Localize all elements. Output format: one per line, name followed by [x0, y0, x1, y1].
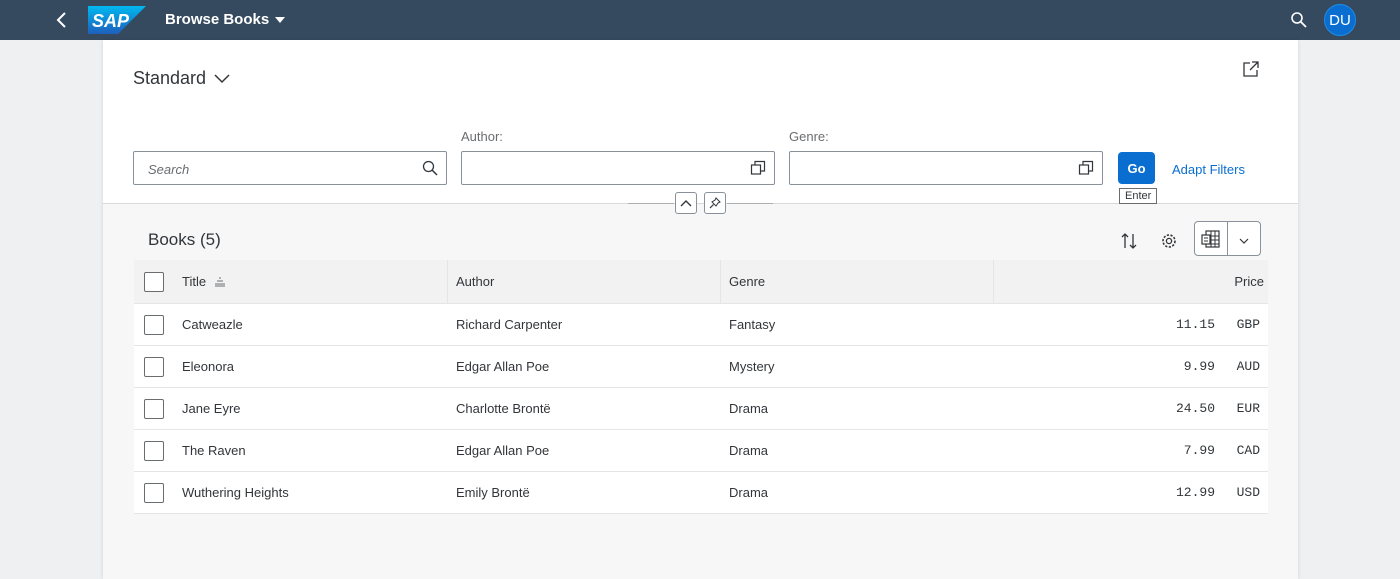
- cell-genre: Mystery: [729, 359, 775, 374]
- cell-price: 24.50: [1175, 401, 1215, 416]
- table-row[interactable]: Jane Eyre Charlotte Brontë Drama 24.50 E…: [134, 388, 1268, 430]
- sap-logo[interactable]: SAP: [88, 6, 146, 39]
- table-title: Books (5): [148, 230, 221, 249]
- cell-genre: Drama: [729, 485, 769, 500]
- cell-title: Catweazle: [182, 317, 243, 332]
- value-help-icon[interactable]: [750, 160, 766, 181]
- sort-ascending-icon: [215, 277, 226, 286]
- cell-price: 9.99: [1183, 359, 1215, 374]
- row-checkbox[interactable]: [144, 399, 164, 419]
- pin-icon: [709, 197, 721, 209]
- caret-down-icon: [275, 17, 286, 23]
- search-icon[interactable]: [422, 160, 438, 181]
- variant-selector[interactable]: Standard: [133, 68, 230, 89]
- cell-currency: GBP: [1236, 317, 1260, 332]
- author-input[interactable]: [474, 159, 738, 179]
- cell-title: Jane Eyre: [182, 401, 241, 416]
- cell-price: 12.99: [1175, 485, 1215, 500]
- divider: [1227, 222, 1228, 255]
- column-divider: [720, 260, 721, 303]
- author-filter-field[interactable]: [461, 151, 775, 185]
- cell-genre: Drama: [729, 443, 769, 458]
- column-divider: [447, 260, 448, 303]
- cell-currency: AUD: [1236, 359, 1260, 374]
- app-title: Browse Books: [165, 11, 270, 28]
- cell-title: Wuthering Heights: [182, 485, 289, 500]
- table-header: Title Author Genre Price: [134, 260, 1268, 304]
- cell-price: 7.99: [1183, 443, 1215, 458]
- cell-author: Richard Carpenter: [456, 317, 563, 332]
- export-spreadsheet-icon[interactable]: [1200, 228, 1222, 255]
- table-row[interactable]: Wuthering Heights Emily Brontë Drama 12.…: [134, 472, 1268, 514]
- user-avatar[interactable]: DU: [1324, 4, 1356, 36]
- app-title-menu[interactable]: Browse Books: [165, 11, 286, 28]
- cell-currency: EUR: [1236, 401, 1260, 416]
- table-row[interactable]: Eleonora Edgar Allan Poe Mystery 9.99 AU…: [134, 346, 1268, 388]
- cell-author: Edgar Allan Poe: [456, 359, 550, 374]
- chevron-down-icon: [214, 73, 230, 83]
- chevron-down-icon[interactable]: [1238, 233, 1250, 251]
- value-help-icon[interactable]: [1078, 160, 1094, 181]
- divider: [628, 203, 674, 204]
- column-header-genre[interactable]: Genre: [729, 260, 765, 303]
- row-checkbox[interactable]: [144, 483, 164, 503]
- cell-title: Eleonora: [182, 359, 235, 374]
- genre-filter-field[interactable]: [789, 151, 1103, 185]
- column-divider: [993, 260, 994, 303]
- author-filter-label: Author:: [461, 129, 503, 144]
- cell-author: Emily Brontë: [456, 485, 530, 500]
- cell-currency: CAD: [1236, 443, 1260, 458]
- column-title-label: Title: [182, 274, 207, 289]
- cell-author: Charlotte Brontë: [456, 401, 551, 416]
- search-icon[interactable]: [1290, 11, 1308, 29]
- divider: [727, 203, 773, 204]
- filter-header: Standard Author: Genre:: [103, 40, 1298, 204]
- settings-gear-icon[interactable]: [1158, 230, 1180, 252]
- column-author-label: Author: [456, 274, 495, 289]
- column-header-author[interactable]: Author: [456, 260, 494, 303]
- page-container: Standard Author: Genre:: [103, 40, 1298, 579]
- column-price-label: Price: [1234, 274, 1264, 289]
- cell-genre: Fantasy: [729, 317, 776, 332]
- genre-filter-label: Genre:: [789, 129, 829, 144]
- genre-input[interactable]: [802, 159, 1066, 179]
- column-genre-label: Genre: [729, 274, 766, 289]
- pin-header-button[interactable]: [704, 192, 726, 214]
- export-button-group: [1194, 221, 1261, 256]
- cell-author: Edgar Allan Poe: [456, 443, 550, 458]
- search-field[interactable]: [133, 151, 447, 185]
- go-button[interactable]: Go: [1118, 152, 1155, 184]
- variant-label: Standard: [133, 68, 207, 88]
- logo-text: SAP: [92, 11, 130, 31]
- back-icon[interactable]: [52, 10, 72, 30]
- cell-genre: Drama: [729, 401, 769, 416]
- column-header-price[interactable]: Price: [1234, 260, 1264, 303]
- chevron-up-icon: [680, 200, 692, 207]
- collapse-header-button[interactable]: [675, 192, 697, 214]
- books-table: Title Author Genre Price Catweazle Richa…: [134, 260, 1268, 514]
- row-checkbox[interactable]: [144, 315, 164, 335]
- adapt-filters-button[interactable]: Adapt Filters: [1172, 162, 1245, 177]
- cell-title: The Raven: [182, 443, 246, 458]
- cell-price: 11.15: [1175, 317, 1215, 332]
- select-all-checkbox[interactable]: [144, 272, 164, 292]
- go-tooltip: Enter: [1119, 188, 1158, 204]
- table-row[interactable]: Catweazle Richard Carpenter Fantasy 11.1…: [134, 304, 1268, 346]
- sort-icon[interactable]: [1118, 230, 1140, 252]
- cell-currency: USD: [1236, 485, 1260, 500]
- share-icon[interactable]: [1242, 60, 1260, 83]
- column-header-title[interactable]: Title: [182, 260, 226, 303]
- shell-bar: SAP Browse Books DU: [0, 0, 1400, 40]
- search-input[interactable]: [146, 159, 410, 179]
- row-checkbox[interactable]: [144, 357, 164, 377]
- table-row[interactable]: The Raven Edgar Allan Poe Drama 7.99 CAD: [134, 430, 1268, 472]
- row-checkbox[interactable]: [144, 441, 164, 461]
